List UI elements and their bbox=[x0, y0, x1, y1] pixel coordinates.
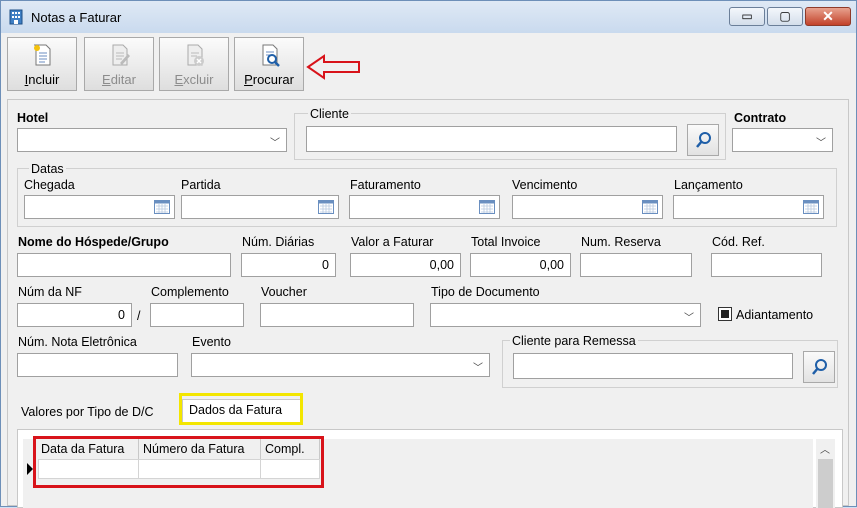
total-invoice-label: Total Invoice bbox=[471, 235, 541, 249]
annotation-arrow-icon bbox=[306, 54, 360, 80]
incluir-button[interactable]: Incluir bbox=[7, 37, 77, 91]
cliente-search-button[interactable] bbox=[687, 124, 719, 156]
voucher-input[interactable] bbox=[260, 303, 414, 327]
vencimento-label: Vencimento bbox=[512, 178, 578, 192]
checked-mark-icon bbox=[721, 310, 729, 318]
calendar-icon[interactable] bbox=[479, 200, 495, 214]
faturamento-date-input[interactable] bbox=[349, 195, 500, 219]
calendar-icon[interactable] bbox=[642, 200, 658, 214]
new-document-icon bbox=[34, 44, 51, 66]
app-building-icon bbox=[9, 9, 23, 25]
cliente-remessa-search-button[interactable] bbox=[803, 351, 835, 383]
lancamento-label: Lançamento bbox=[674, 178, 743, 192]
window-title: Notas a Faturar bbox=[31, 10, 122, 25]
num-reserva-label: Num. Reserva bbox=[581, 235, 661, 249]
tab-valores-tipo-dc[interactable]: Valores por Tipo de D/C bbox=[15, 401, 159, 429]
cliente-remessa-label: Cliente para Remessa bbox=[510, 334, 638, 348]
complemento-input[interactable] bbox=[150, 303, 244, 327]
nf-separator: / bbox=[137, 309, 141, 323]
title-bar: Notas a Faturar ▭ ▢ ✕ bbox=[1, 1, 856, 33]
excluir-button[interactable]: Excluir bbox=[159, 37, 229, 91]
edit-document-icon bbox=[112, 44, 130, 66]
chevron-down-icon: ﹀ bbox=[816, 138, 826, 149]
maximize-button[interactable]: ▢ bbox=[767, 7, 803, 26]
num-nf-value: 0 bbox=[118, 308, 125, 322]
cliente-label: Cliente bbox=[308, 107, 351, 121]
hotel-combo[interactable]: ﹀ bbox=[17, 128, 287, 152]
total-invoice-value: 0,00 bbox=[539, 258, 564, 272]
num-reserva-input[interactable] bbox=[580, 253, 692, 277]
chegada-label: Chegada bbox=[24, 178, 75, 192]
minimize-icon: ▭ bbox=[741, 9, 753, 23]
search-document-icon bbox=[262, 44, 280, 67]
tipo-documento-label: Tipo de Documento bbox=[431, 285, 540, 299]
incluir-label: Incluir bbox=[24, 72, 60, 87]
voucher-label: Voucher bbox=[261, 285, 307, 299]
evento-label: Evento bbox=[192, 335, 231, 349]
calendar-icon[interactable] bbox=[318, 200, 334, 214]
chevron-down-icon: ﹀ bbox=[270, 138, 280, 149]
contrato-label: Contrato bbox=[734, 111, 787, 125]
nome-hospede-input[interactable] bbox=[17, 253, 231, 277]
notas-a-faturar-window: Notas a Faturar ▭ ▢ ✕ Incluir Editar Exc… bbox=[0, 0, 857, 508]
grid-vertical-scrollbar[interactable]: ︿ bbox=[816, 439, 835, 508]
total-invoice-input[interactable]: 0,00 bbox=[470, 253, 571, 277]
hotel-label: Hotel bbox=[17, 111, 49, 125]
calendar-icon[interactable] bbox=[803, 200, 819, 214]
num-diarias-input[interactable]: 0 bbox=[241, 253, 336, 277]
cliente-remessa-input[interactable] bbox=[513, 353, 793, 379]
partida-label: Partida bbox=[181, 178, 221, 192]
num-diarias-value: 0 bbox=[322, 258, 329, 272]
adiantamento-label: Adiantamento bbox=[736, 308, 814, 322]
lancamento-date-input[interactable] bbox=[673, 195, 824, 219]
close-icon: ✕ bbox=[822, 8, 834, 24]
tipo-documento-combo[interactable]: ﹀ bbox=[430, 303, 701, 327]
procurar-label: Procurar bbox=[244, 72, 294, 87]
excluir-label: Excluir bbox=[174, 72, 214, 87]
cod-ref-label: Cód. Ref. bbox=[712, 235, 765, 249]
delete-document-icon bbox=[187, 44, 204, 66]
procurar-button[interactable]: Procurar bbox=[234, 37, 304, 91]
nome-hospede-label: Nome do Hóspede/Grupo bbox=[18, 235, 169, 249]
chevron-down-icon: ﹀ bbox=[473, 363, 483, 374]
num-nf-label: Núm da NF bbox=[18, 285, 82, 299]
evento-combo[interactable]: ﹀ bbox=[191, 353, 490, 377]
num-nf-input[interactable]: 0 bbox=[17, 303, 132, 327]
scroll-thumb[interactable] bbox=[818, 459, 833, 508]
valor-faturar-label: Valor a Faturar bbox=[351, 235, 434, 249]
tab-valores-label: Valores por Tipo de D/C bbox=[21, 405, 154, 419]
minimize-button[interactable]: ▭ bbox=[729, 7, 765, 26]
vencimento-date-input[interactable] bbox=[512, 195, 663, 219]
faturamento-label: Faturamento bbox=[350, 178, 421, 192]
magnifier-icon bbox=[812, 359, 827, 375]
contrato-combo[interactable]: ﹀ bbox=[732, 128, 833, 152]
editar-label: Editar bbox=[102, 72, 136, 87]
maximize-icon: ▢ bbox=[779, 9, 791, 23]
scroll-up-icon[interactable]: ︿ bbox=[820, 441, 830, 456]
highlight-red-box bbox=[33, 436, 324, 488]
chevron-down-icon: ﹀ bbox=[684, 313, 694, 324]
highlight-yellow-box bbox=[179, 393, 303, 425]
adiantamento-checkbox[interactable] bbox=[718, 307, 732, 321]
chegada-date-input[interactable] bbox=[24, 195, 175, 219]
valor-faturar-value: 0,00 bbox=[429, 258, 454, 272]
valor-faturar-input[interactable]: 0,00 bbox=[350, 253, 461, 277]
num-nota-eletronica-label: Núm. Nota Eletrônica bbox=[18, 335, 137, 349]
cliente-input[interactable] bbox=[306, 126, 677, 152]
datas-group-label: Datas bbox=[29, 162, 66, 176]
num-diarias-label: Núm. Diárias bbox=[242, 235, 315, 249]
toolbar: Incluir Editar Excluir Procurar bbox=[6, 36, 851, 94]
partida-date-input[interactable] bbox=[181, 195, 339, 219]
close-button[interactable]: ✕ bbox=[805, 7, 851, 26]
calendar-icon[interactable] bbox=[154, 200, 170, 214]
editar-button[interactable]: Editar bbox=[84, 37, 154, 91]
complemento-label: Complemento bbox=[151, 285, 229, 299]
num-nota-eletronica-input[interactable] bbox=[17, 353, 178, 377]
magnifier-icon bbox=[696, 132, 711, 148]
cod-ref-input[interactable] bbox=[711, 253, 822, 277]
